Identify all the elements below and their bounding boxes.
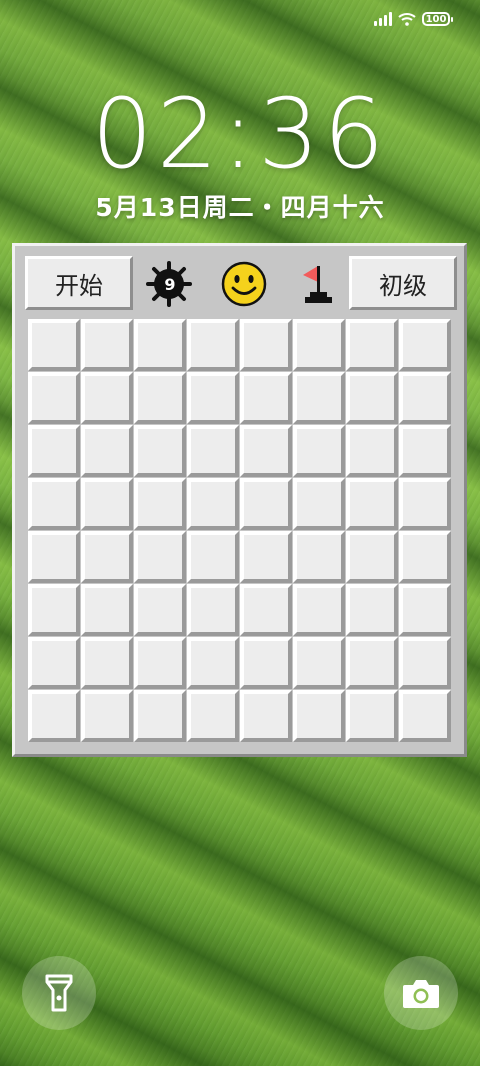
mine-cell[interactable] bbox=[346, 637, 398, 689]
mine-cell[interactable] bbox=[134, 690, 186, 742]
mine-cell[interactable] bbox=[81, 584, 133, 636]
mine-cell[interactable] bbox=[81, 637, 133, 689]
mine-icon: 9 bbox=[146, 261, 192, 307]
mine-cell[interactable] bbox=[187, 372, 239, 424]
mine-cell[interactable] bbox=[399, 372, 451, 424]
flashlight-button[interactable] bbox=[22, 956, 96, 1030]
mine-cell[interactable] bbox=[293, 584, 345, 636]
game-toolbar: 开始 9 初级 bbox=[25, 256, 457, 314]
mine-cell[interactable] bbox=[28, 425, 80, 477]
mine-cell[interactable] bbox=[240, 478, 292, 530]
mine-cell[interactable] bbox=[81, 690, 133, 742]
mine-cell[interactable] bbox=[28, 478, 80, 530]
smiley-icon bbox=[221, 261, 267, 307]
camera-button[interactable] bbox=[384, 956, 458, 1030]
mine-cell[interactable] bbox=[187, 319, 239, 371]
mine-cell[interactable] bbox=[187, 584, 239, 636]
mine-cell[interactable] bbox=[81, 319, 133, 371]
camera-icon bbox=[403, 980, 439, 1008]
flag-icon bbox=[303, 266, 332, 303]
mine-cell[interactable] bbox=[346, 584, 398, 636]
mine-cell[interactable] bbox=[293, 425, 345, 477]
mine-cell[interactable] bbox=[293, 690, 345, 742]
mine-cell[interactable] bbox=[346, 690, 398, 742]
mine-cell[interactable] bbox=[240, 319, 292, 371]
mine-cell[interactable] bbox=[187, 690, 239, 742]
mine-cell[interactable] bbox=[81, 425, 133, 477]
mine-cell[interactable] bbox=[134, 319, 186, 371]
mine-cell[interactable] bbox=[399, 584, 451, 636]
mine-cell[interactable] bbox=[187, 637, 239, 689]
mine-cell[interactable] bbox=[293, 478, 345, 530]
mine-cell[interactable] bbox=[293, 319, 345, 371]
battery-icon: 100 bbox=[422, 12, 453, 26]
mine-cell[interactable] bbox=[399, 425, 451, 477]
mine-cell[interactable] bbox=[293, 637, 345, 689]
mine-cell[interactable] bbox=[240, 372, 292, 424]
mine-cell[interactable] bbox=[240, 531, 292, 583]
wifi-icon bbox=[398, 13, 416, 26]
mine-cell[interactable] bbox=[240, 584, 292, 636]
mine-cell[interactable] bbox=[28, 319, 80, 371]
status-bar: 100 bbox=[374, 12, 453, 26]
mine-cell[interactable] bbox=[134, 637, 186, 689]
lockscreen-date: 5月13日周二・四月十六 bbox=[95, 193, 385, 222]
mine-cell[interactable] bbox=[293, 372, 345, 424]
mine-cell[interactable] bbox=[399, 319, 451, 371]
mine-cell[interactable] bbox=[134, 425, 186, 477]
mine-cell[interactable] bbox=[187, 478, 239, 530]
mine-cell[interactable] bbox=[81, 372, 133, 424]
mine-cell[interactable] bbox=[134, 584, 186, 636]
start-button[interactable]: 开始 bbox=[25, 256, 133, 310]
mine-cell[interactable] bbox=[134, 372, 186, 424]
difficulty-button[interactable]: 初级 bbox=[349, 256, 457, 310]
mine-cell[interactable] bbox=[346, 478, 398, 530]
mine-cell[interactable] bbox=[346, 372, 398, 424]
minefield-grid bbox=[28, 319, 451, 742]
mine-cell[interactable] bbox=[399, 637, 451, 689]
mine-cell[interactable] bbox=[399, 531, 451, 583]
mine-cell[interactable] bbox=[81, 478, 133, 530]
lockscreen-clock: 02:36 bbox=[91, 78, 389, 190]
flashlight-icon bbox=[45, 974, 73, 1012]
mine-counter: 9 bbox=[145, 260, 193, 308]
mine-cell[interactable] bbox=[346, 531, 398, 583]
mine-cell[interactable] bbox=[240, 690, 292, 742]
mine-cell[interactable] bbox=[399, 478, 451, 530]
minesweeper-widget: 开始 9 初级 bbox=[12, 243, 467, 757]
mine-cell[interactable] bbox=[28, 372, 80, 424]
mine-cell[interactable] bbox=[81, 531, 133, 583]
mine-cell[interactable] bbox=[134, 478, 186, 530]
mine-cell[interactable] bbox=[346, 319, 398, 371]
flag-mode-button[interactable] bbox=[297, 262, 337, 306]
mine-cell[interactable] bbox=[134, 531, 186, 583]
mine-cell[interactable] bbox=[346, 425, 398, 477]
mine-cell[interactable] bbox=[187, 531, 239, 583]
mine-cell[interactable] bbox=[28, 531, 80, 583]
battery-level: 100 bbox=[425, 13, 447, 25]
mine-cell[interactable] bbox=[28, 637, 80, 689]
mine-cell[interactable] bbox=[399, 690, 451, 742]
mine-cell[interactable] bbox=[187, 425, 239, 477]
mine-cell[interactable] bbox=[240, 637, 292, 689]
mine-cell[interactable] bbox=[240, 425, 292, 477]
mine-cell[interactable] bbox=[28, 584, 80, 636]
reset-face-button[interactable] bbox=[221, 261, 267, 307]
mine-count: 9 bbox=[164, 275, 175, 294]
signal-icon bbox=[374, 12, 392, 26]
mine-cell[interactable] bbox=[293, 531, 345, 583]
mine-cell[interactable] bbox=[28, 690, 80, 742]
